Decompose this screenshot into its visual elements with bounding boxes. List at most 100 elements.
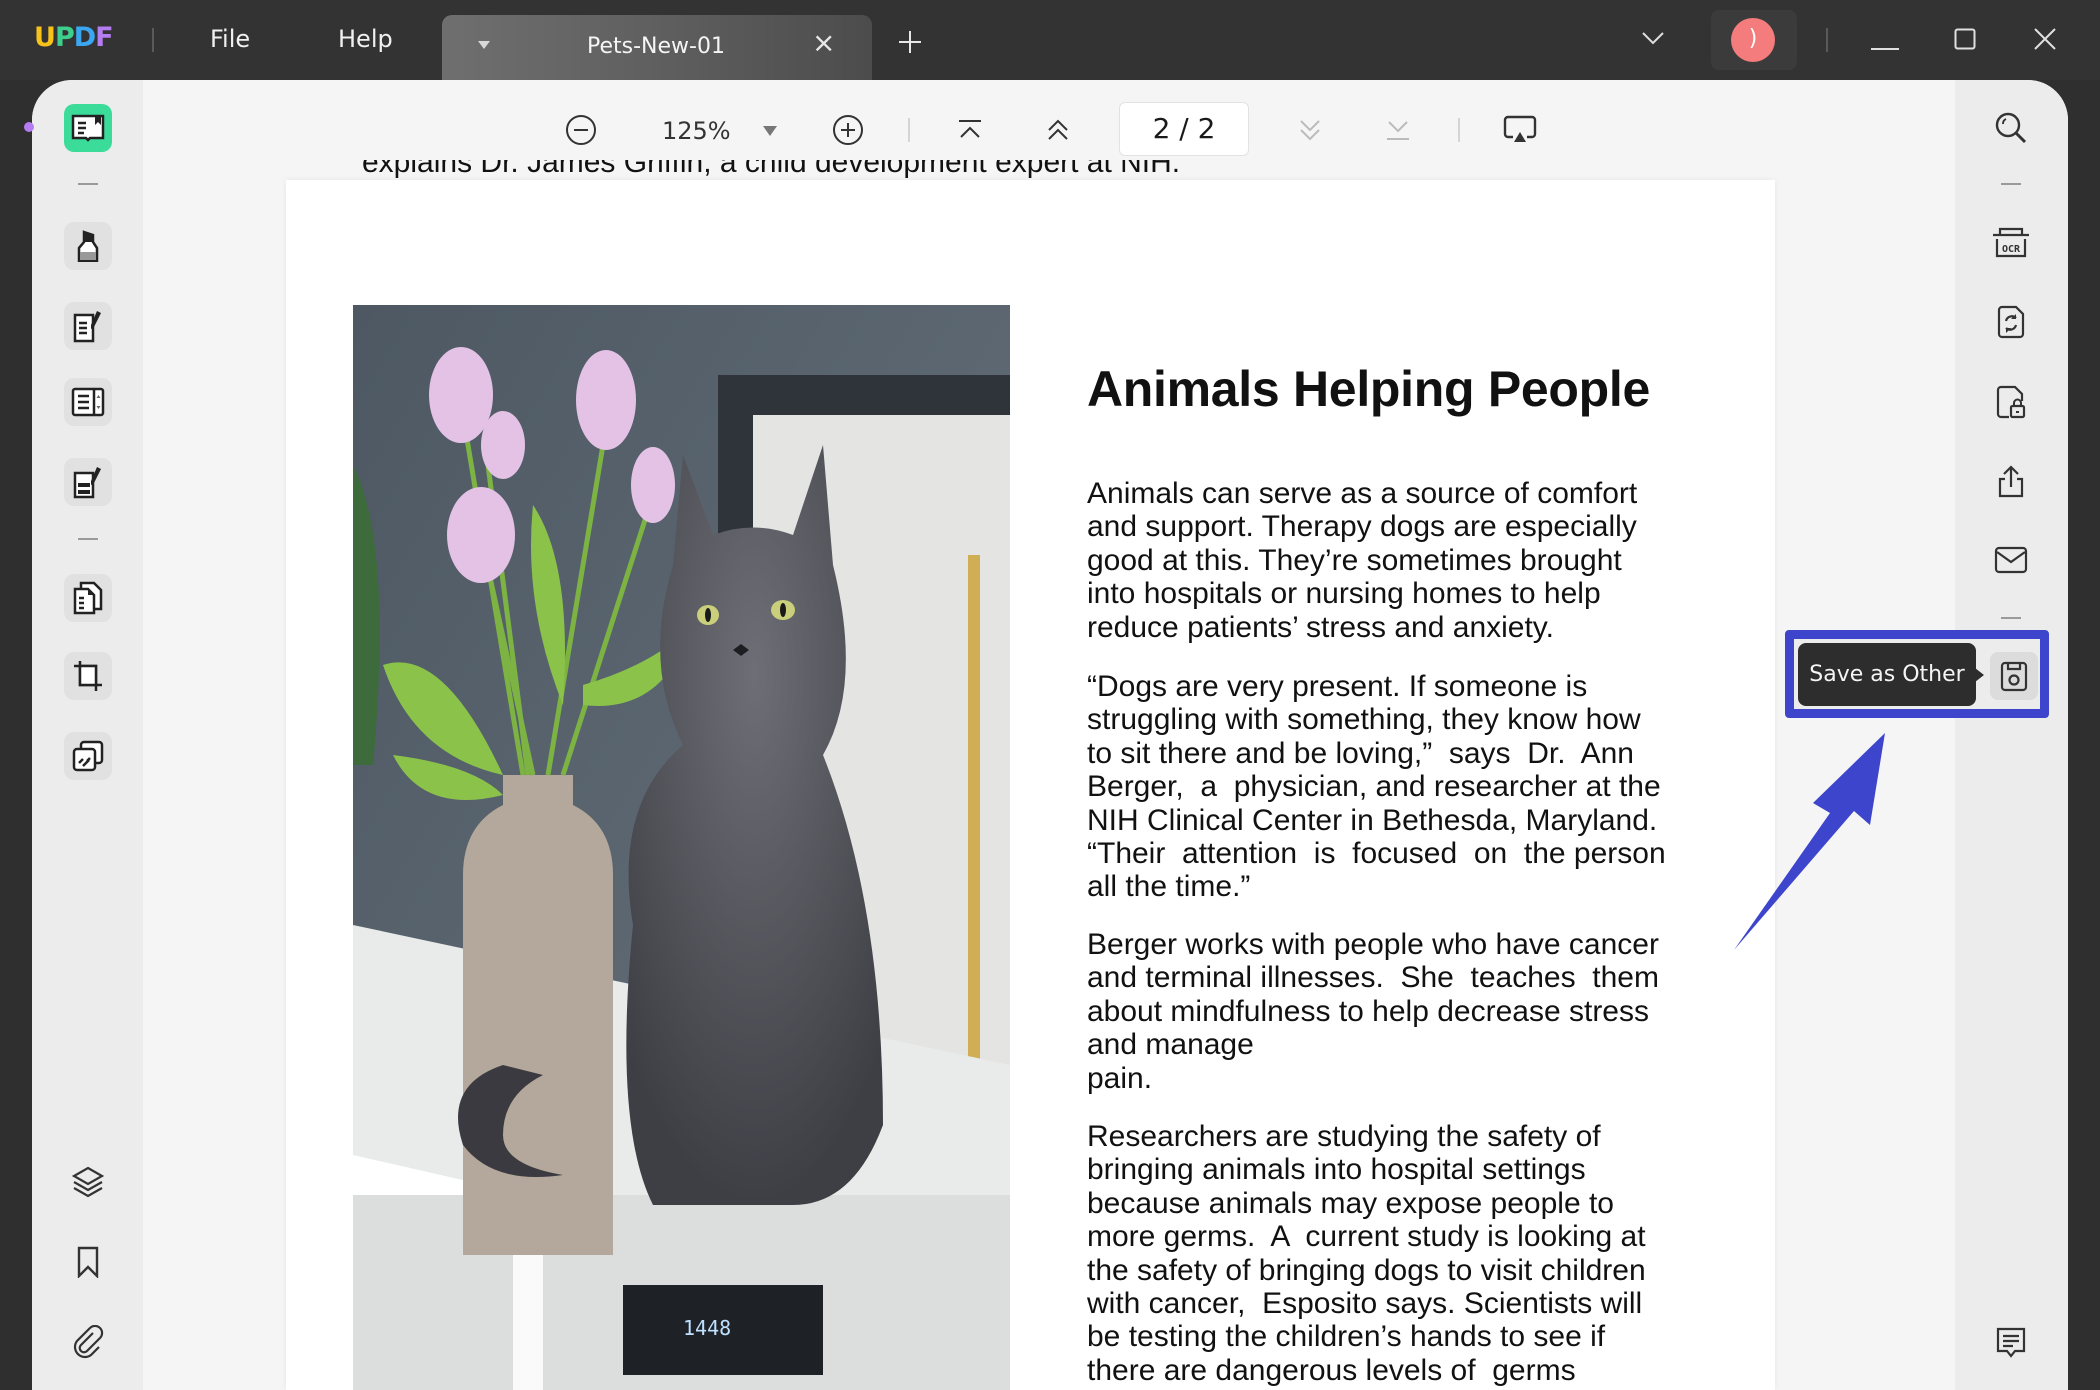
text-line: Berger, a physician, and researcher at t… xyxy=(1087,770,1661,804)
form-fields-icon xyxy=(71,387,105,417)
text-line: good at this. They’re sometimes brought xyxy=(1087,543,1622,577)
crop-icon xyxy=(74,661,102,691)
highlighter-icon xyxy=(77,230,99,262)
minimize-icon[interactable] xyxy=(1870,38,1900,56)
comment-list-icon xyxy=(1996,1327,2026,1358)
email-button[interactable] xyxy=(1987,536,2035,584)
text-line: be testing the children’s hands to see i… xyxy=(1087,1320,1606,1354)
account-button[interactable]: ) xyxy=(1711,10,1797,70)
sidebar-item-bookmarks[interactable] xyxy=(64,1238,112,1286)
reader-book-icon xyxy=(71,114,105,142)
paragraph: Researchers are studying the safety of b… xyxy=(1087,1120,1687,1387)
share-button[interactable] xyxy=(1987,458,2035,506)
document-tab[interactable]: Pets-New-01 × xyxy=(442,15,872,80)
lock-file-icon xyxy=(1996,385,2026,419)
search-button[interactable] xyxy=(1987,104,2035,152)
title-bar: UPDF File Help Pets-New-01 × ) xyxy=(0,0,2100,80)
sidebar-item-organize-pages[interactable] xyxy=(64,574,112,622)
paperclip-icon xyxy=(73,1325,104,1359)
sidebar-item-form[interactable] xyxy=(64,378,112,426)
convert-file-icon xyxy=(1997,305,2025,339)
text-line: about mindfulness to help decrease stres… xyxy=(1087,994,1649,1028)
sidebar-item-edit-pdf[interactable] xyxy=(64,302,112,350)
bookmark-icon xyxy=(77,1246,99,1278)
zoom-level[interactable]: 125% xyxy=(662,117,731,145)
zoom-dropdown-caret-icon[interactable] xyxy=(763,126,777,136)
edit-document-icon xyxy=(73,311,101,343)
previous-page-button[interactable] xyxy=(1040,112,1076,148)
text-line: “Dogs are very present. If someone is xyxy=(1087,670,1588,703)
text-line: into hospitals or nursing homes to help xyxy=(1087,577,1601,611)
layers-icon xyxy=(71,1166,105,1198)
ocr-icon: OCR xyxy=(1993,227,2029,258)
text-line: struggling with something, they know how xyxy=(1087,703,1641,737)
text-line: reduce patients’ stress and anxiety. xyxy=(1087,610,1554,644)
zoom-out-button[interactable] xyxy=(563,112,599,148)
organize-pages-icon xyxy=(73,581,103,615)
first-page-icon xyxy=(959,120,981,138)
sidebar-item-redact[interactable] xyxy=(64,732,112,780)
avatar[interactable]: ) xyxy=(1731,18,1775,62)
sidebar-item-layers[interactable] xyxy=(64,1158,112,1206)
first-page-button[interactable] xyxy=(952,112,988,148)
save-as-other-button[interactable] xyxy=(1990,652,2038,700)
text-line: because animals may expose people to xyxy=(1087,1186,1614,1220)
paragraph: Animals can serve as a source of comfort… xyxy=(1087,477,1687,644)
protect-button[interactable] xyxy=(1987,378,2035,426)
zoom-in-icon xyxy=(833,115,863,145)
text-line: Researchers are studying the safety of xyxy=(1087,1120,1601,1153)
text-line: the safety of bringing dogs to visit chi… xyxy=(1087,1253,1646,1287)
tabs-overflow-chevron-down-icon[interactable] xyxy=(1642,32,1664,51)
left-sidebar xyxy=(32,80,143,1390)
sidebar-item-crop[interactable] xyxy=(64,652,112,700)
text-line: more germs. A current study is looking a… xyxy=(1087,1220,1646,1254)
text-line: and support. Therapy dogs are especially xyxy=(1087,510,1637,544)
text-line: with cancer, Esposito says. Scientists w… xyxy=(1087,1287,1643,1321)
toolbar-separator xyxy=(908,118,910,142)
convert-button[interactable] xyxy=(1987,298,2035,346)
tab-dropdown-icon[interactable] xyxy=(478,41,490,49)
sidebar-item-comment[interactable] xyxy=(64,222,112,270)
text-line: NIH Clinical Center in Bethesda, Marylan… xyxy=(1087,803,1658,837)
last-page-button[interactable] xyxy=(1380,112,1416,148)
clock-display: 1448 xyxy=(683,1316,731,1340)
maximize-icon[interactable] xyxy=(1954,28,1976,55)
logo-letter-f: F xyxy=(95,22,113,53)
cat-photo: 1448 xyxy=(353,305,1010,1390)
close-window-icon[interactable] xyxy=(2033,27,2057,56)
sidebar-separator xyxy=(2001,617,2021,619)
sidebar-item-prepare-form[interactable] xyxy=(64,458,112,506)
share-upload-icon xyxy=(1998,465,2024,498)
sidebar-item-reader[interactable] xyxy=(64,104,112,152)
sidebar-separator xyxy=(78,183,98,185)
tab-close-icon[interactable]: × xyxy=(812,29,835,57)
logo-letter-p: P xyxy=(54,22,75,53)
sign-document-icon xyxy=(73,467,101,499)
menu-help[interactable]: Help xyxy=(338,25,393,53)
presentation-button[interactable] xyxy=(1502,112,1538,148)
logo-letter-u: U xyxy=(34,22,56,53)
text-line: and terminal illnesses. She teaches them xyxy=(1087,961,1659,995)
menu-file[interactable]: File xyxy=(210,25,250,53)
zoom-out-icon xyxy=(566,115,596,145)
text-line: Animals can serve as a source of comfort xyxy=(1087,477,1638,510)
article-heading: Animals Helping People xyxy=(1087,361,1650,417)
sidebar-separator xyxy=(2001,183,2021,185)
comments-panel-button[interactable] xyxy=(1987,1318,2035,1366)
annotation-arrow-icon xyxy=(1730,725,1890,960)
new-tab-plus-icon[interactable] xyxy=(898,30,922,59)
ocr-label: OCR xyxy=(2002,244,2021,255)
text-line: and manage xyxy=(1087,1028,1254,1062)
window-edge-right xyxy=(2068,80,2100,1390)
sidebar-item-attachments[interactable] xyxy=(64,1318,112,1366)
window-edge xyxy=(0,80,32,1390)
zoom-in-button[interactable] xyxy=(830,112,866,148)
ocr-button[interactable]: OCR xyxy=(1987,218,2035,266)
toolbar-separator xyxy=(1458,118,1460,142)
text-line: to sit there and be loving,” says Dr. An… xyxy=(1087,736,1634,770)
next-page-button[interactable] xyxy=(1292,112,1328,148)
title-separator xyxy=(1826,28,1828,52)
page-number-input[interactable]: 2 / 2 xyxy=(1119,102,1249,156)
tab-title: Pets-New-01 xyxy=(587,34,725,59)
save-disk-icon xyxy=(2000,661,2028,692)
